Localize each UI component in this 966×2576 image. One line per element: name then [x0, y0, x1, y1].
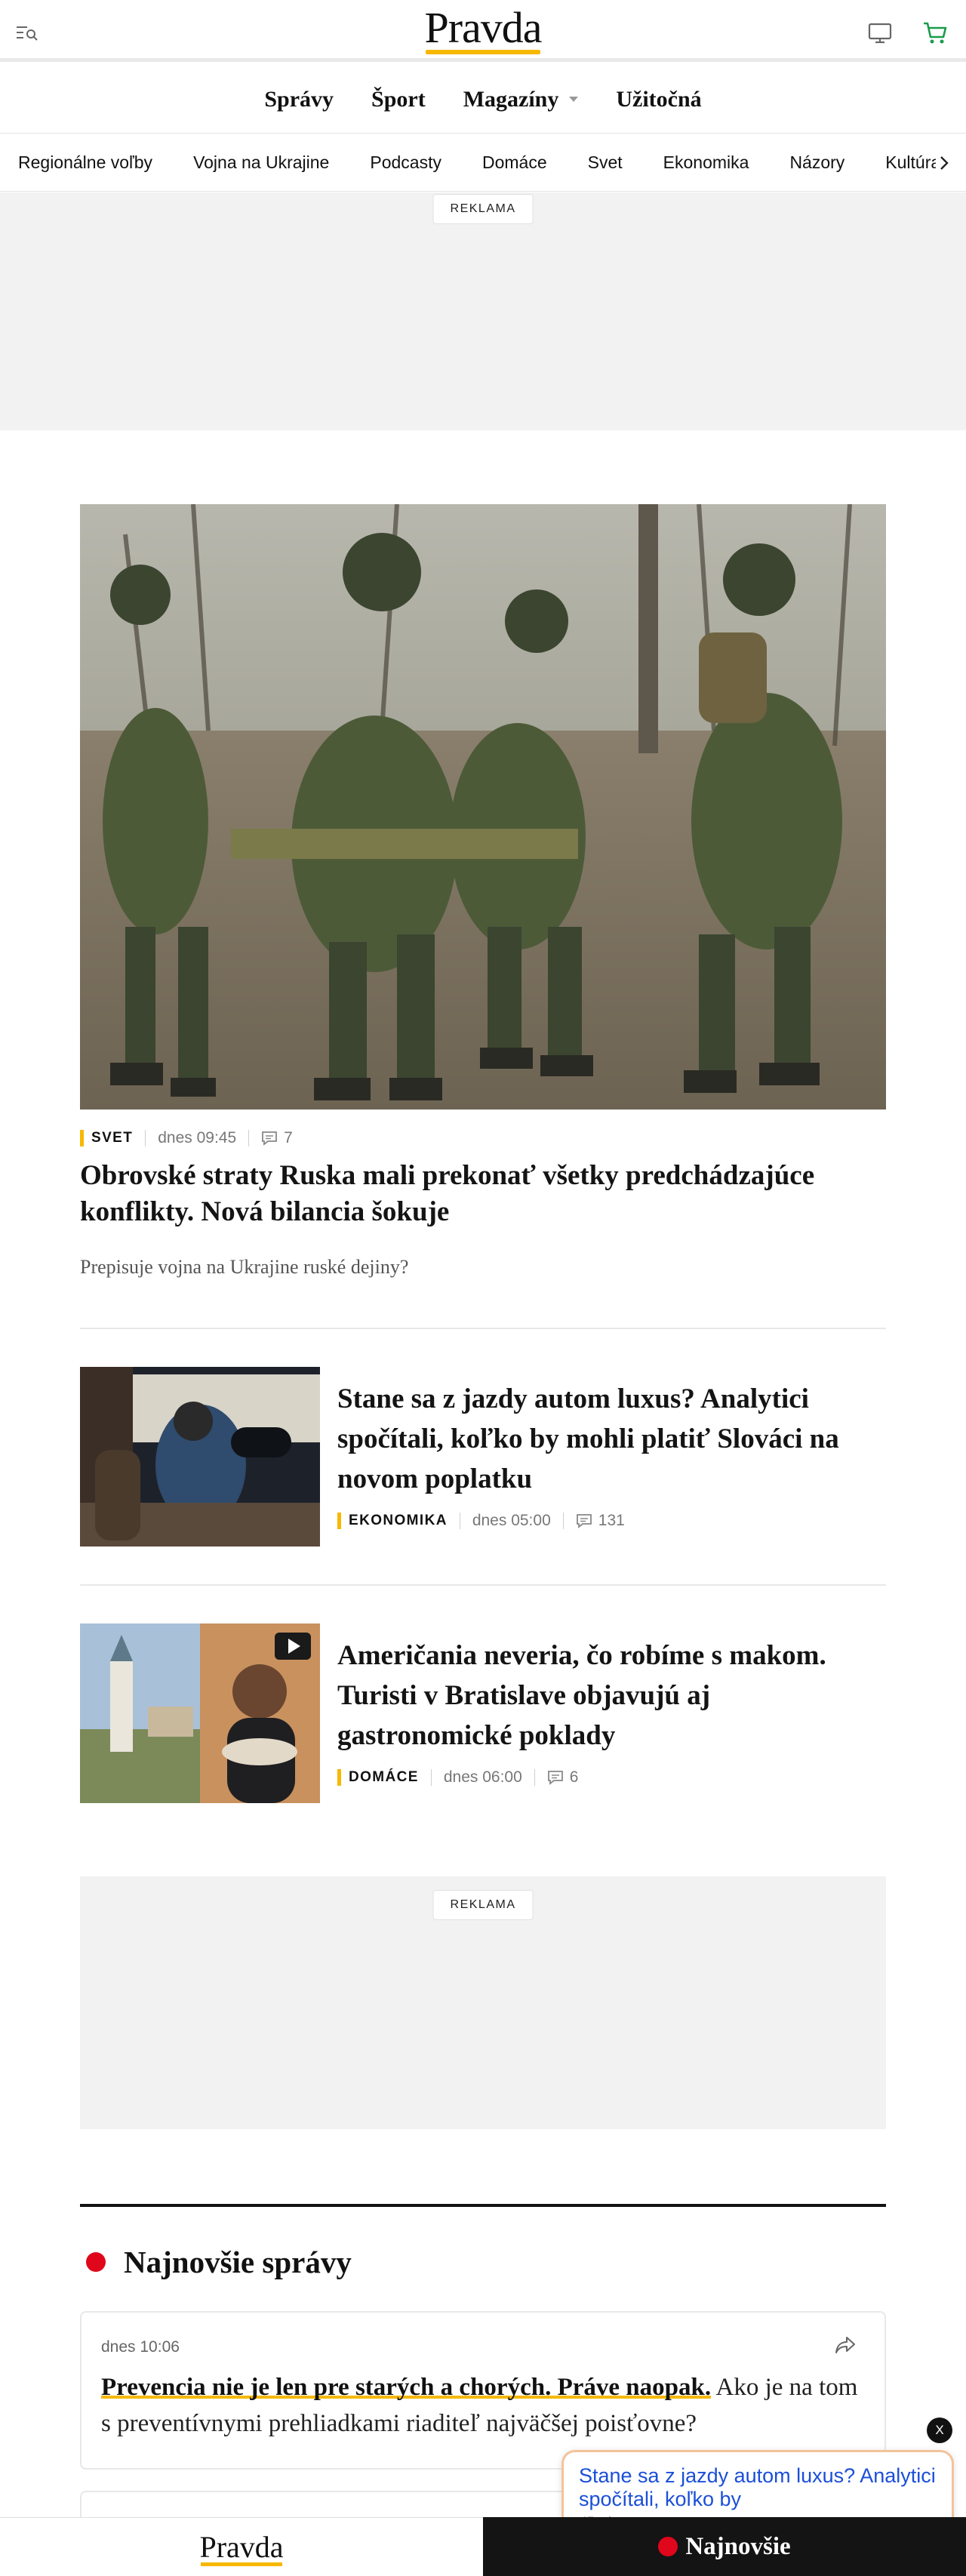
lead-article-meta: SVET dnes 09:45 7 — [80, 1129, 293, 1147]
publish-time: dnes 09:45 — [158, 1129, 237, 1146]
cart-icon[interactable] — [922, 21, 948, 45]
category-label[interactable]: EKONOMIKA — [337, 1513, 448, 1529]
latest-item-highlight[interactable]: Prevencia nie je len pre starých a chorý… — [101, 2374, 712, 2401]
comment-count: 131 — [598, 1512, 625, 1529]
lead-article-image[interactable] — [80, 504, 886, 1109]
subnav-item[interactable]: Kultúra — [885, 152, 940, 173]
bottom-home-link[interactable]: Pravda — [0, 2517, 483, 2576]
article-title[interactable]: Stane sa z jazdy autom luxus? Analytici … — [337, 1379, 886, 1499]
subnav-item[interactable]: Podcasty — [370, 152, 441, 173]
menu-search-icon[interactable] — [17, 25, 38, 42]
divider — [80, 1584, 886, 1586]
ad-banner-mid: REKLAMA — [80, 1876, 886, 2129]
nav-magaziny-label: Magazíny — [463, 86, 559, 112]
bottom-latest-label: Najnovšie — [685, 2532, 791, 2560]
comment-count: 7 — [284, 1129, 293, 1146]
comment-icon — [262, 1131, 278, 1146]
subnav-item[interactable]: Regionálne voľby — [18, 152, 152, 173]
nav-magaziny[interactable]: Magazíny — [463, 87, 579, 112]
lead-article-perex: Prepisuje vojna na Ukrajine ruské dejiny… — [80, 1256, 409, 1278]
bottom-bar: Pravda Najnovšie — [0, 2517, 966, 2576]
nav-uzitocna[interactable]: Užitočná — [616, 87, 701, 112]
comment-count: 6 — [569, 1768, 579, 1786]
site-logo-text: Pravda — [424, 2, 542, 52]
meta-separator — [248, 1130, 250, 1146]
nav-sport[interactable]: Šport — [371, 87, 426, 112]
meta-separator — [145, 1130, 146, 1146]
latest-news-title[interactable]: Najnovšie správy — [124, 2244, 352, 2280]
subnav-item[interactable]: Vojna na Ukrajine — [193, 152, 329, 173]
toast-close-button[interactable]: X — [927, 2418, 952, 2443]
logo-underline — [201, 2562, 282, 2566]
bratislava-photo — [80, 1623, 320, 1803]
category-label[interactable]: SVET — [80, 1130, 133, 1146]
article-meta: EKONOMIKA dnes 05:00 131 — [337, 1512, 625, 1530]
tv-icon[interactable] — [868, 23, 892, 44]
site-logo[interactable]: Pravda — [424, 2, 543, 54]
caret-down-icon — [569, 97, 579, 102]
bottom-latest-button[interactable]: Najnovšie — [483, 2517, 966, 2576]
nav-spravy[interactable]: Správy — [264, 87, 334, 112]
bottom-logo-text: Pravda — [199, 2530, 284, 2564]
publish-time: dnes 06:00 — [443, 1768, 522, 1786]
ad-banner-top: REKLAMA — [0, 192, 966, 430]
logo-underline — [426, 49, 540, 54]
sub-nav: Regionálne voľby Vojna na Ukrajine Podca… — [0, 134, 966, 192]
comments-link[interactable]: 131 — [576, 1512, 625, 1530]
divider — [80, 1328, 886, 1329]
meta-separator — [534, 1769, 535, 1786]
comment-icon — [547, 1771, 563, 1785]
meta-separator — [562, 1513, 564, 1529]
ad-label: REKLAMA — [432, 1890, 534, 1920]
meta-separator — [430, 1769, 432, 1786]
article-image[interactable] — [80, 1623, 320, 1803]
article-image[interactable] — [80, 1367, 320, 1547]
subnav-item[interactable]: Svet — [588, 152, 623, 173]
driver-photo — [80, 1367, 320, 1547]
comment-icon — [576, 1514, 592, 1528]
latest-news-header: Najnovšie správy — [80, 2244, 352, 2280]
comments-link[interactable]: 7 — [261, 1129, 293, 1147]
article-meta: DOMÁCE dnes 06:00 6 — [337, 1768, 578, 1787]
subnav-item[interactable]: Názory — [789, 152, 844, 173]
live-dot-icon — [86, 2252, 106, 2272]
soldiers-photo — [80, 504, 886, 1109]
category-label[interactable]: DOMÁCE — [337, 1769, 419, 1786]
chevron-right-icon[interactable] — [936, 154, 952, 172]
article-title[interactable]: Američania neveria, čo robíme s makom. T… — [337, 1636, 886, 1756]
section-rule — [80, 2204, 886, 2207]
live-dot-icon — [658, 2537, 678, 2556]
main-nav: Správy Šport Magazíny Užitočná — [0, 66, 966, 134]
latest-item-text: Prevencia nie je len pre starých a chorý… — [101, 2369, 863, 2442]
latest-news-item[interactable]: dnes 10:06 Prevencia nie je len pre star… — [80, 2311, 886, 2470]
subnav-item[interactable]: Domáce — [482, 152, 547, 173]
comments-link[interactable]: 6 — [547, 1768, 579, 1787]
site-header: Pravda — [0, 0, 966, 62]
share-icon[interactable] — [835, 2335, 856, 2355]
bottom-logo: Pravda — [199, 2529, 284, 2566]
subnav-item[interactable]: Ekonomika — [663, 152, 749, 173]
latest-item-time: dnes 10:06 — [101, 2338, 180, 2356]
notification-title[interactable]: Stane sa z jazdy autom luxus? Analytici … — [579, 2464, 937, 2511]
publish-time: dnes 05:00 — [472, 1512, 551, 1529]
ad-label: REKLAMA — [432, 194, 534, 224]
lead-article-title[interactable]: Obrovské straty Ruska mali prekonať všet… — [80, 1158, 886, 1230]
